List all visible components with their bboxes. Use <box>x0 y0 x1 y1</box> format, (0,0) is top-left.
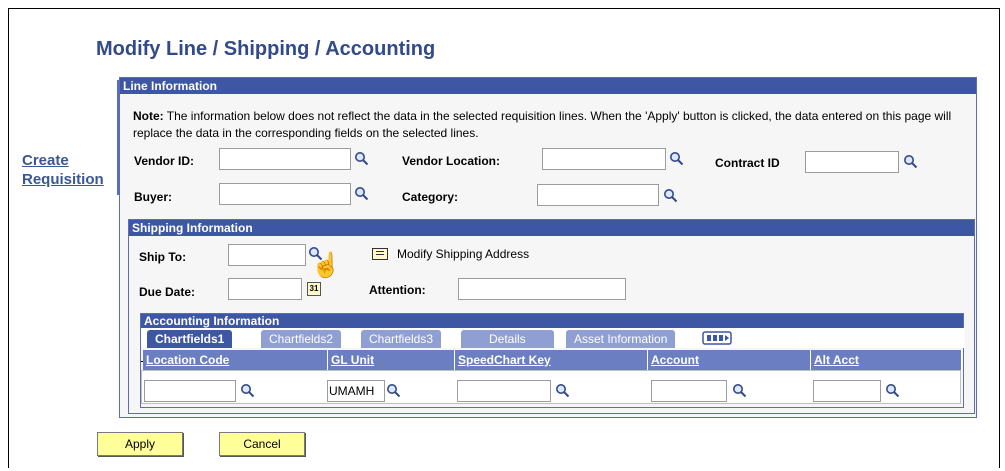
due-date-label: Due Date: <box>139 285 196 299</box>
ship-to-input[interactable] <box>228 244 306 266</box>
hand-pointer-icon: ☝ <box>311 252 341 279</box>
attention-input[interactable] <box>458 278 626 300</box>
cancel-button[interactable]: Cancel <box>219 432 305 456</box>
ship-to-label: Ship To: <box>139 250 187 264</box>
gl-unit-input[interactable]: UMAMH <box>327 380 385 402</box>
contract-id-input[interactable] <box>805 151 899 173</box>
line-information-heading: Line Information <box>120 78 976 94</box>
alt-acct-lookup-magnifier-icon[interactable] <box>885 383 900 398</box>
speedchart-key-lookup-magnifier-icon[interactable] <box>555 383 570 398</box>
vendor-id-input[interactable] <box>219 148 351 170</box>
buyer-input[interactable] <box>219 183 351 205</box>
envelope-icon[interactable] <box>372 248 388 260</box>
column-alt-acct[interactable]: Alt Acct <box>811 350 962 370</box>
due-date-input[interactable] <box>228 278 302 300</box>
note-body: The information below does not reflect t… <box>133 109 952 140</box>
vendor-location-input[interactable] <box>542 148 666 170</box>
tab-chartfields2[interactable]: Chartfields2 <box>261 330 342 348</box>
alt-acct-input[interactable] <box>813 380 881 402</box>
vendor-id-label: Vendor ID: <box>134 154 195 168</box>
buyer-lookup-magnifier-icon[interactable] <box>354 186 369 201</box>
vendor-location-lookup-magnifier-icon[interactable] <box>669 151 684 166</box>
contract-id-label: Contract ID <box>715 156 780 170</box>
shipping-information-heading: Shipping Information <box>129 220 974 236</box>
account-lookup-magnifier-icon[interactable] <box>732 383 747 398</box>
show-all-tabs-icon[interactable] <box>702 330 734 346</box>
side-link-line2[interactable]: Requisition <box>22 170 118 189</box>
note-text: Note: The information below does not ref… <box>133 108 968 142</box>
category-input[interactable] <box>537 184 659 206</box>
accounting-information-heading: Accounting Information <box>141 314 963 328</box>
speedchart-key-input[interactable] <box>457 380 551 402</box>
account-input[interactable] <box>651 380 727 402</box>
vendor-location-label: Vendor Location: <box>402 154 501 168</box>
location-code-input[interactable] <box>144 380 236 402</box>
attention-label: Attention: <box>369 283 426 297</box>
calendar-icon[interactable]: 31 <box>307 282 321 296</box>
note-label: Note: <box>133 109 164 123</box>
category-lookup-magnifier-icon[interactable] <box>663 188 678 203</box>
contract-id-lookup-magnifier-icon[interactable] <box>903 154 918 169</box>
tab-details[interactable]: Details <box>461 330 554 348</box>
create-requisition-link[interactable]: Create Requisition <box>22 151 118 189</box>
category-label: Category: <box>402 190 459 204</box>
location-code-lookup-magnifier-icon[interactable] <box>240 383 255 398</box>
modify-shipping-address-link[interactable]: Modify Shipping Address <box>397 247 529 261</box>
page-title: Modify Line / Shipping / Accounting <box>96 38 436 60</box>
column-location-code[interactable]: Location Code <box>143 350 328 370</box>
tab-asset-information[interactable]: Asset Information <box>566 330 676 348</box>
gl-unit-lookup-magnifier-icon[interactable] <box>386 383 401 398</box>
tab-chartfields1[interactable]: Chartfields1 <box>147 330 233 348</box>
tab-chartfields3[interactable]: Chartfields3 <box>361 330 442 348</box>
buyer-label: Buyer: <box>134 190 173 204</box>
column-account[interactable]: Account <box>648 350 811 370</box>
column-gl-unit[interactable]: GL Unit <box>328 350 455 370</box>
vendor-id-lookup-magnifier-icon[interactable] <box>354 151 369 166</box>
apply-button[interactable]: Apply <box>97 432 183 456</box>
side-link-line1[interactable]: Create <box>22 152 69 169</box>
accounting-tabs: Chartfields1 Chartfields2 Chartfields3 D… <box>141 328 965 362</box>
column-speedchart-key[interactable]: SpeedChart Key <box>455 350 648 370</box>
